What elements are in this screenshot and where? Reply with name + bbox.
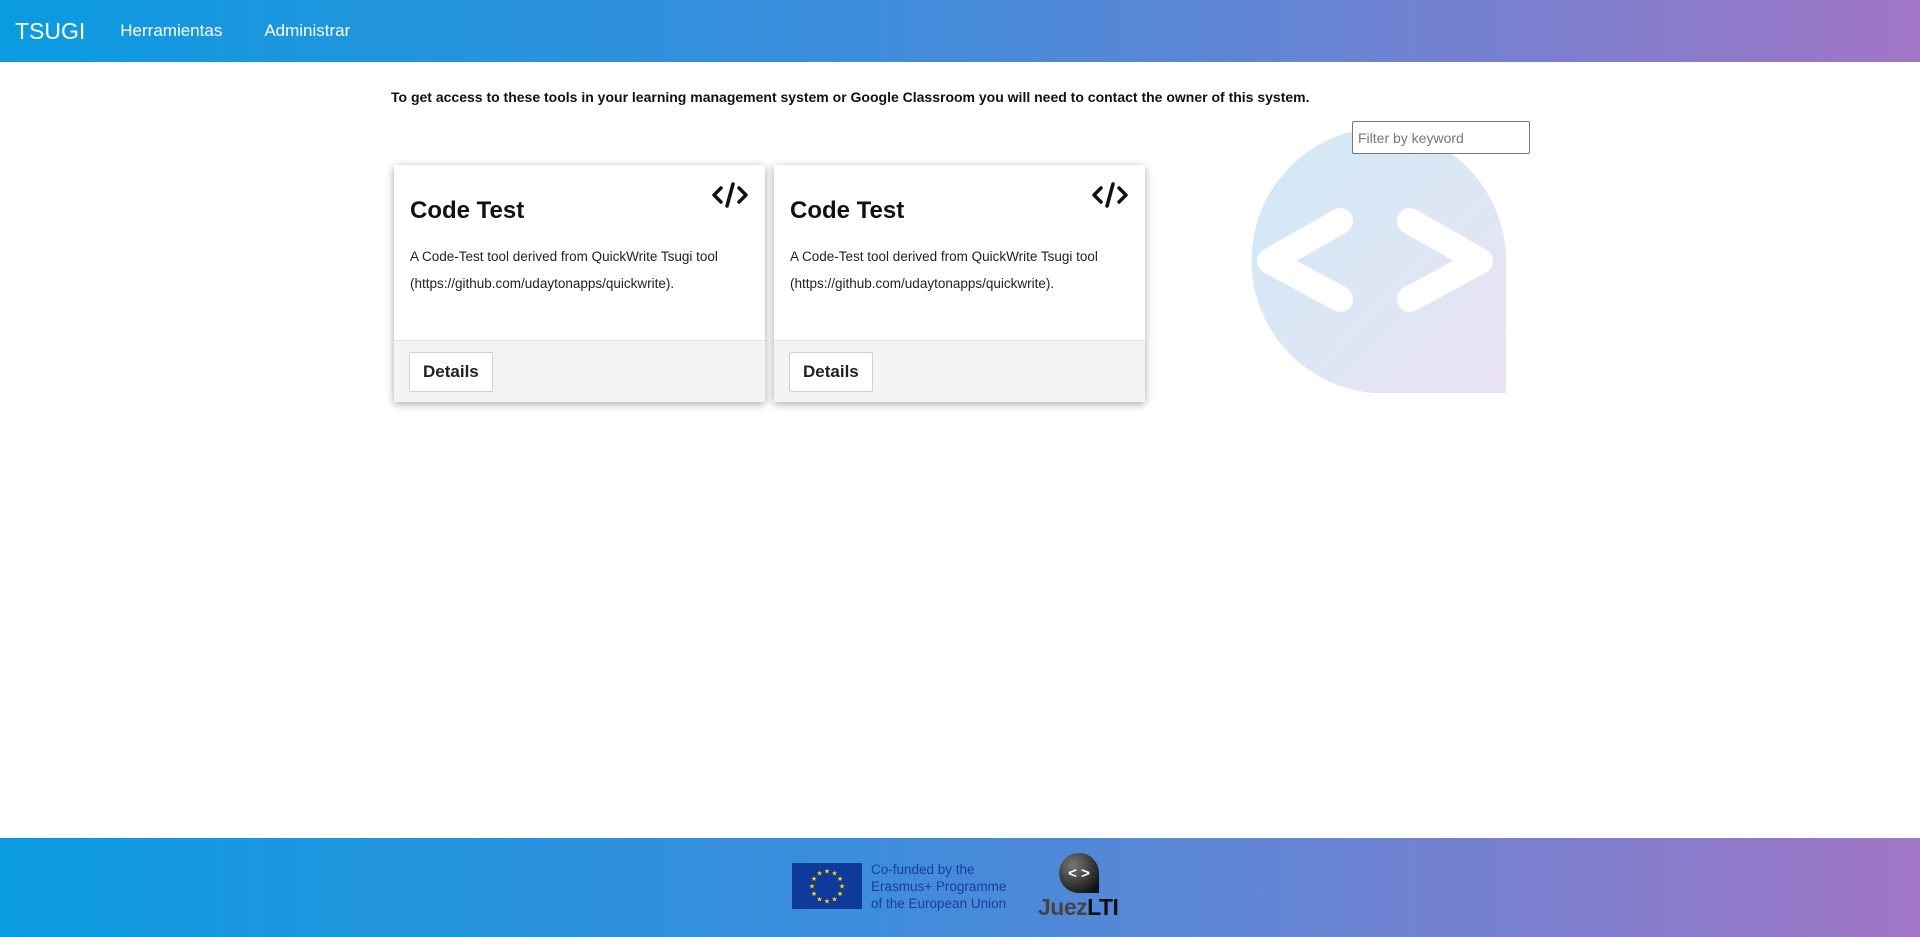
code-icon	[712, 182, 748, 208]
nav-herramientas[interactable]: Herramientas	[120, 21, 222, 41]
eu-flag-icon: ★★★★★★★★★ ★ ★★	[792, 863, 862, 909]
card-title: Code Test	[790, 197, 905, 224]
card-footer: Details	[394, 340, 765, 402]
tool-card: Code Test A Code-Test tool derived from …	[394, 165, 765, 402]
card-description-line: (https://github.com/udaytonapps/quickwri…	[790, 276, 1055, 291]
code-icon	[1092, 182, 1128, 208]
details-button[interactable]: Details	[409, 352, 493, 392]
juezlti-logo-text: JuezLTI	[1038, 894, 1119, 921]
eu-star-icon: ★	[837, 890, 843, 898]
page-footer: ★ ★ ★ ★ ★ ★ ★ ★ ★ ★ ★ ★ Co-funded by the Erasmus+ P…	[0, 838, 1920, 937]
eu-star-icon: ★	[839, 883, 845, 891]
top-navbar: TSUGI Herramientas Administrar	[0, 0, 1920, 62]
eu-star-icon: ★	[811, 890, 817, 898]
card-description-line: (https://github.com/udaytonapps/quickwri…	[410, 276, 675, 291]
card-footer: Details	[774, 340, 1145, 402]
card-description: A Code-Test tool derived from QuickWrite…	[410, 243, 750, 297]
filter-input[interactable]	[1352, 121, 1530, 154]
eu-star-icon: ★	[824, 868, 830, 876]
card-description-line: A Code-Test tool derived from QuickWrite…	[790, 249, 1098, 264]
card-description: A Code-Test tool derived from QuickWrite…	[790, 243, 1130, 297]
eu-star-icon: ★	[816, 895, 822, 903]
access-notice: To get access to these tools in your lea…	[391, 89, 1310, 105]
eu-star-icon: ★	[824, 898, 830, 906]
tool-card: Code Test A Code-Test tool derived from …	[774, 165, 1145, 402]
card-title: Code Test	[410, 197, 525, 224]
eu-star-icon: ★	[831, 895, 837, 903]
background-code-logo	[1251, 128, 1506, 393]
erasmus-credit: Co-funded by the Erasmus+ Programme of t…	[871, 861, 1006, 912]
nav-administrar[interactable]: Administrar	[264, 21, 350, 41]
details-button[interactable]: Details	[789, 352, 873, 392]
juezlti-logo-glyph: < >	[1068, 865, 1090, 882]
juezlti-logo-text-part: LTI	[1087, 894, 1119, 920]
card-description-line: A Code-Test tool derived from QuickWrite…	[410, 249, 718, 264]
juezlti-logo-icon: < >	[1059, 853, 1099, 893]
juezlti-logo-text-part: Juez	[1038, 894, 1088, 920]
eu-star-icon: ★	[837, 875, 843, 883]
erasmus-credit-line: Erasmus+ Programme	[871, 879, 1007, 894]
brand-logo[interactable]: TSUGI	[15, 18, 85, 45]
erasmus-credit-line: Co-funded by the	[871, 862, 975, 877]
eu-star-icon: ★	[809, 883, 815, 891]
erasmus-credit-line: of the European Union	[871, 896, 1007, 911]
eu-star-icon: ★	[816, 870, 822, 878]
